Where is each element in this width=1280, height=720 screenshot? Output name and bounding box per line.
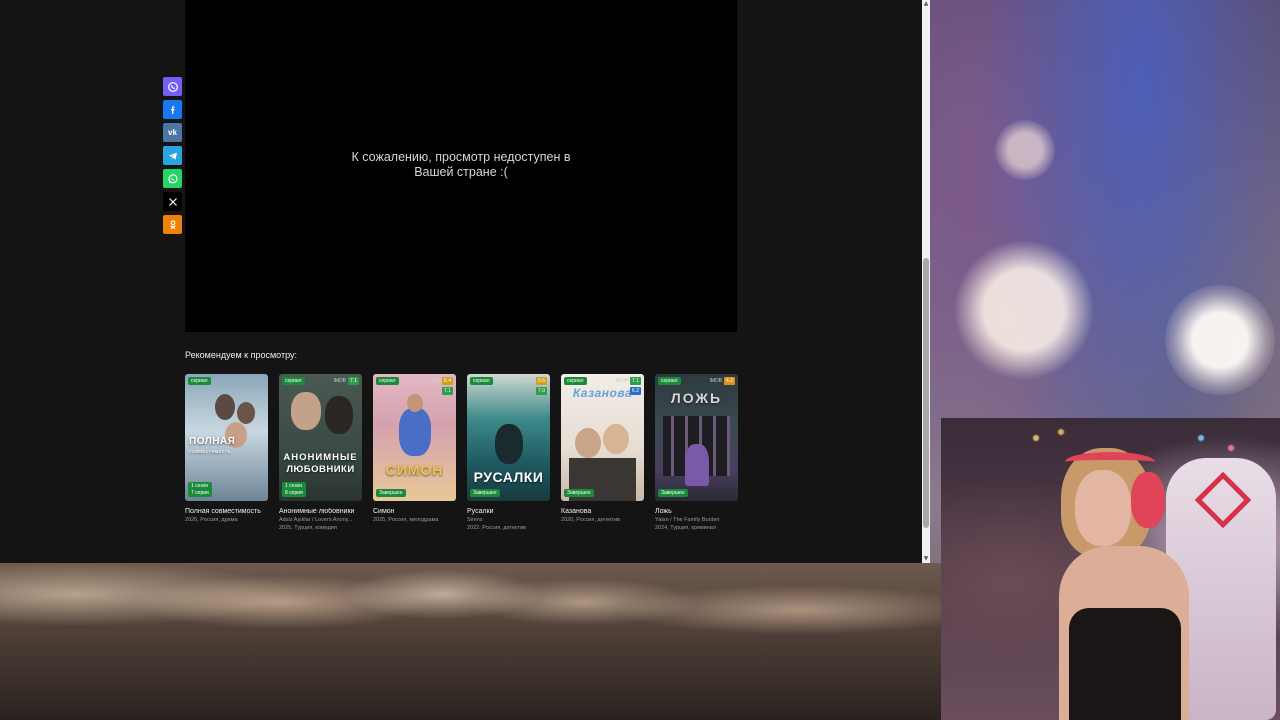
viber-icon	[167, 81, 178, 92]
video-player[interactable]: К сожалению, просмотр недоступен в Вашей…	[185, 0, 737, 332]
poster-subtitle: ЛЮБОВНИКИ	[286, 464, 355, 475]
kp-rating: 6.2	[630, 387, 641, 395]
card-meta: 2025, Турция, комедия	[279, 525, 337, 531]
card-meta: 2026, Россия, драма	[185, 517, 238, 523]
whatsapp-icon	[167, 173, 178, 183]
poster-subtitle: совместимость	[189, 449, 231, 455]
card-meta: 2020, Россия, детектив	[561, 517, 620, 523]
webcam-overlay	[941, 418, 1280, 720]
poster-title: СИМОН	[385, 462, 444, 478]
poster-figure	[215, 394, 235, 420]
card-meta: 2024, Турция, криминал	[655, 525, 717, 531]
poster-figure	[291, 392, 321, 430]
card-title[interactable]: Ложь	[655, 508, 738, 515]
viber-share-button[interactable]	[163, 77, 182, 96]
x-icon	[168, 197, 177, 206]
headphones-band	[1065, 452, 1155, 472]
status-badge: 1 сезон 8 серия	[282, 482, 306, 497]
odnoklassniki-share-button[interactable]	[163, 215, 182, 234]
recommendation-card[interactable]: АНОНИМНЫЕ ЛЮБОВНИКИ сериал IMDB 7.1 1 сез…	[279, 374, 362, 531]
poster-title: АНОНИМНЫЕ	[283, 452, 358, 463]
imdb-rating: IMDB 6.4	[427, 377, 453, 385]
poster[interactable]: ПОЛНАЯ совместимость сериал 1 сезон 7 сер…	[185, 374, 268, 501]
status-badge: Завершен	[564, 488, 594, 497]
streamer-face	[1075, 470, 1131, 546]
poster[interactable]: СИМОН сериал IMDB 6.4 7.1 Завершен	[373, 374, 456, 501]
type-badge: сериал	[282, 377, 305, 385]
streamer-top	[1069, 608, 1181, 720]
card-meta: 2025, Россия, мелодрама	[373, 517, 439, 523]
recommendations-title: Рекомендуем к просмотру:	[185, 350, 298, 360]
status-badge: Завершен	[470, 488, 500, 497]
vk-share-button[interactable]: vk	[163, 123, 182, 142]
telegram-share-button[interactable]	[163, 146, 182, 165]
facebook-share-button[interactable]	[163, 100, 182, 119]
poster-title: ПОЛНАЯ	[189, 436, 236, 447]
poster[interactable]: АНОНИМНЫЕ ЛЮБОВНИКИ сериал IMDB 7.1 1 сез…	[279, 374, 362, 501]
recommendation-card[interactable]: ПОЛНАЯ совместимость сериал 1 сезон 7 сер…	[185, 374, 268, 525]
poster-figure	[603, 424, 629, 454]
scroll-up-arrow-icon[interactable]: ▲	[922, 0, 930, 8]
type-badge: сериал	[376, 377, 399, 385]
poster-figure	[407, 394, 423, 412]
imdb-rating: IMDB 7.1	[615, 377, 641, 385]
status-badge: 1 сезон 7 серия	[188, 482, 212, 497]
vk-icon: vk	[168, 128, 177, 137]
status-badge: Завершен	[658, 488, 688, 497]
scroll-down-arrow-icon[interactable]: ▼	[922, 555, 930, 563]
whatsapp-share-button[interactable]	[163, 169, 182, 188]
card-title[interactable]: Казанова	[561, 508, 644, 515]
type-badge: сериал	[188, 377, 211, 385]
poster[interactable]: ЛОЖЬ сериал IMDB 4.2 Завершен	[655, 374, 738, 501]
imdb-rating: IMDB 5.5	[521, 377, 547, 385]
poster-title: РУСАЛКИ	[473, 469, 544, 485]
page-scrollbar[interactable]: ▲ ▼	[922, 0, 930, 563]
poster-figure	[399, 408, 431, 456]
poster-figure	[325, 396, 353, 434]
card-title[interactable]: Полная совместимость	[185, 508, 268, 515]
poster-figure	[685, 444, 709, 486]
kp-rating: 7.1	[442, 387, 453, 395]
telegram-icon	[168, 152, 177, 160]
card-meta: Adsiz Aşıklar / Lovers Anony...	[279, 517, 353, 523]
card-title[interactable]: Анонимные любовники	[279, 508, 362, 515]
odnoklassniki-icon	[169, 219, 176, 229]
poster-figure	[237, 402, 255, 424]
poster[interactable]: Казанова сериал IMDB 7.1 6.2 Завершен	[561, 374, 644, 501]
card-title[interactable]: Русалки	[467, 508, 550, 515]
poster-figure	[575, 428, 601, 458]
kp-rating: 7.0	[536, 387, 547, 395]
imdb-rating: IMDB 4.2	[709, 377, 735, 385]
bokeh-light	[1165, 285, 1275, 395]
recommendation-card[interactable]: ЛОЖЬ сериал IMDB 4.2 Завершен Ложь Yalan …	[655, 374, 738, 531]
recommendation-card[interactable]: Казанова сериал IMDB 7.1 6.2 Завершен Каз…	[561, 374, 644, 525]
stream-screen: { "player": { "message": "К сожалению, п…	[0, 0, 1280, 720]
headphones	[1131, 472, 1165, 528]
scroll-thumb[interactable]	[923, 258, 929, 528]
x-share-button[interactable]	[163, 192, 182, 211]
poster[interactable]: РУСАЛКИ сериал IMDB 5.5 7.0 Завершен	[467, 374, 550, 501]
poster-title: Казанова	[572, 386, 633, 400]
bokeh-light	[995, 120, 1055, 180]
type-badge: сериал	[658, 377, 681, 385]
recommendation-card[interactable]: РУСАЛКИ сериал IMDB 5.5 7.0 Завершен Руса…	[467, 374, 550, 531]
card-meta: 2022, Россия, детектив	[467, 525, 526, 531]
blurred-background-bottom	[0, 563, 941, 720]
type-badge: сериал	[564, 377, 587, 385]
type-badge: сериал	[470, 377, 493, 385]
imdb-rating: IMDB 7.1	[333, 377, 359, 385]
recommendation-card[interactable]: СИМОН сериал IMDB 6.4 7.1 Завершен Симон …	[373, 374, 456, 525]
card-title[interactable]: Симон	[373, 508, 456, 515]
poster-title: ЛОЖЬ	[670, 390, 723, 406]
facebook-icon	[170, 105, 175, 114]
card-meta: Sirens	[467, 517, 483, 523]
browser-page: К сожалению, просмотр недоступен в Вашей…	[0, 0, 922, 563]
unavailable-message: К сожалению, просмотр недоступен в Вашей…	[351, 150, 571, 179]
poster-figure	[495, 424, 523, 464]
status-badge: Завершен	[376, 488, 406, 497]
card-meta: Yalan / The Family Burden	[655, 517, 720, 523]
